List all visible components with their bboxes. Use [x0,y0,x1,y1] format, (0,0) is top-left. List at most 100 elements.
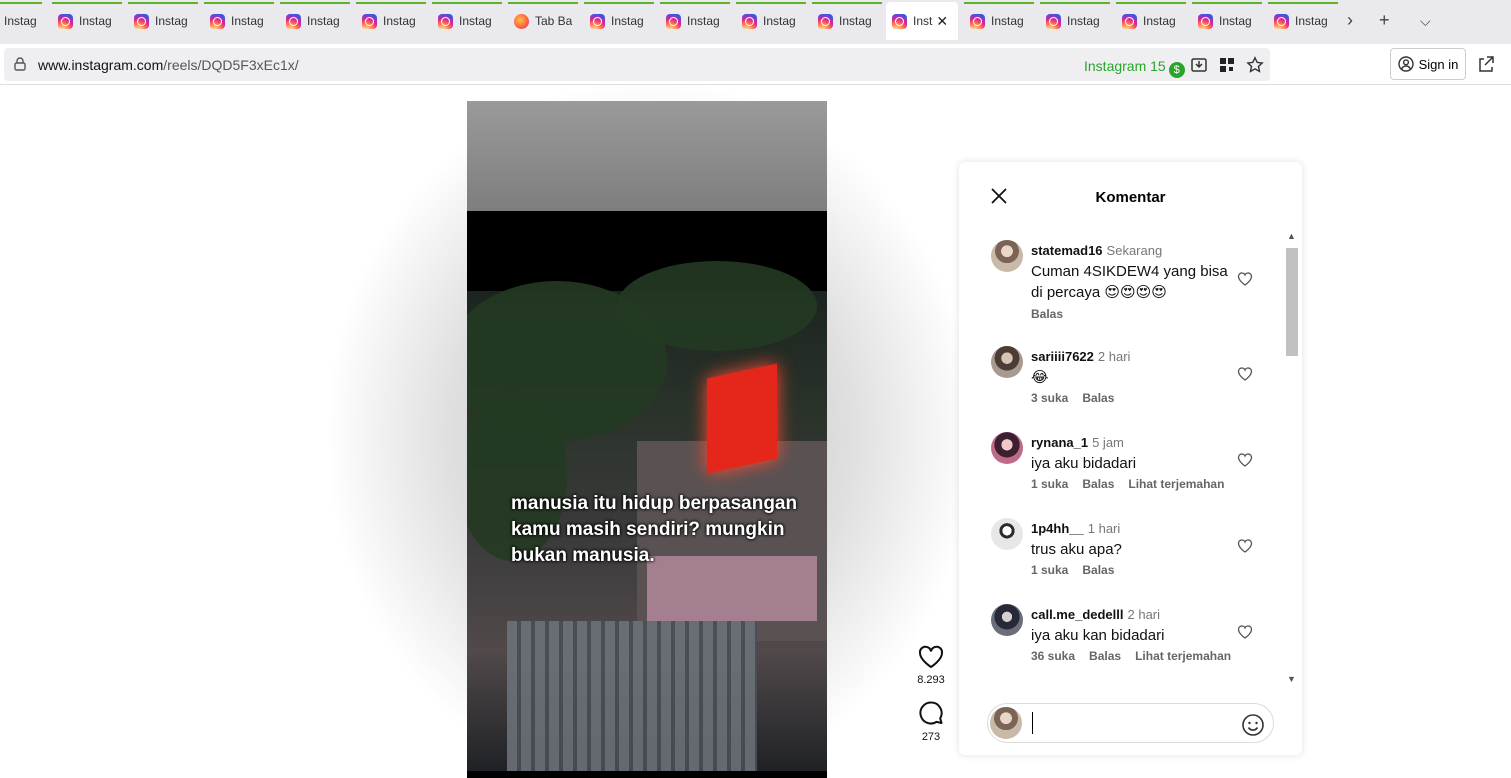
reply-button[interactable]: Balas [1082,563,1114,577]
reply-button[interactable]: Balas [1082,391,1114,405]
video-red-sign [707,363,777,474]
scroll-down-icon[interactable]: ▼ [1287,674,1296,684]
browser-tab[interactable]: Inst ✕ [886,2,958,40]
instagram-icon [1046,13,1061,29]
commenter-avatar[interactable] [991,346,1023,378]
comment-input[interactable] [1032,712,1232,734]
instagram-icon [1122,13,1137,29]
tab-label: Instag [1295,14,1328,28]
comment-time: 2 hari [1097,349,1131,364]
tab-label: Instag [839,14,872,28]
reply-button[interactable]: Balas [1089,649,1121,663]
close-tab-icon[interactable]: ✕ [936,13,948,30]
see-translation-link[interactable]: Lihat terjemahan [1135,649,1231,663]
sign-in-button[interactable]: Sign in [1390,48,1466,80]
comment-like-count[interactable]: 3 suka [1031,391,1068,405]
see-translation-link[interactable]: Lihat terjemahan [1128,477,1224,491]
commenter-avatar[interactable] [991,240,1023,272]
scroll-tabs-right-icon[interactable]: › [1347,10,1353,31]
instagram-icon [666,13,681,29]
account-icon [1397,56,1414,72]
like-count: 8.293 [917,674,945,686]
comment-like-heart-icon[interactable] [1237,452,1253,468]
comment-username[interactable]: 1p4hh__ [1031,521,1084,536]
browser-tab[interactable]: Instag [812,2,882,40]
comment-emoji: 😂 [1031,369,1049,386]
browser-tab[interactable]: Instag [1040,2,1110,40]
comment-count: 273 [921,731,941,743]
like-heart-icon[interactable] [918,645,944,669]
comment-time: 2 hari [1127,607,1161,622]
comment-bubble-icon[interactable] [918,700,944,726]
tab-list-chevron-icon[interactable]: ⌵ [1420,13,1431,30]
browser-tab[interactable]: Instag [280,2,350,40]
new-tab-button[interactable]: + [1379,10,1390,31]
instagram-icon [134,13,149,29]
tab-label: Instag [155,14,188,28]
reply-button[interactable]: Balas [1031,307,1063,321]
comment-header: statemad16 Sekarang [1031,243,1162,258]
browser-tab[interactable]: Instag [356,2,426,40]
browser-tab[interactable]: Instag [736,2,806,40]
comment-like-heart-icon[interactable] [1237,624,1253,640]
comments-title: Komentar [1095,189,1166,206]
browser-tab[interactable]: Instag [1192,2,1262,40]
reel-video[interactable]: manusia itu hidup berpasangan kamu masih… [467,101,827,778]
instagram-icon [818,13,833,29]
browser-tab[interactable]: Instag [964,2,1034,40]
instagram-icon [1274,13,1289,29]
emoji-smiley-icon[interactable] [1241,713,1265,737]
instagram-icon [438,13,453,29]
comment-text: trus aku apa? [1031,539,1231,560]
commenter-avatar[interactable] [991,518,1023,550]
tab-label: Instag [763,14,796,28]
comment-username[interactable]: statemad16 [1031,243,1103,258]
comment-text: 😂 [1031,367,1231,388]
share-icon[interactable] [1477,55,1495,73]
comment-like-count[interactable]: 1 suka [1031,563,1068,577]
instagram-icon [1198,13,1213,29]
commenter-avatar[interactable] [991,604,1023,636]
comment-time: 1 hari [1087,521,1121,536]
bookmark-star-icon[interactable] [1246,56,1264,74]
instagram-icon [286,13,301,29]
comment-body: trus aku apa? [1031,541,1122,558]
browser-tab[interactable]: Instag [1116,2,1186,40]
comment-username[interactable]: call.me_dedelll [1031,607,1124,622]
tab-label: Instag [1219,14,1252,28]
comment-like-heart-icon[interactable] [1237,271,1253,287]
comments-scrollbar[interactable]: ▲ ▼ [1284,231,1300,687]
qr-grid-icon[interactable] [1218,56,1236,74]
url-field[interactable]: www.instagram.com/reels/DQD5F3xEc1x/ Ins… [4,48,1270,81]
lock-icon [14,57,26,71]
scrollbar-thumb[interactable] [1286,248,1298,356]
browser-tab[interactable]: Instag [432,2,502,40]
tab-label: Instag [231,14,264,28]
tab-label: Instag [459,14,492,28]
browser-tab[interactable]: Instag [128,2,198,40]
comment-text: iya aku kan bidadari [1031,625,1231,646]
browser-tab[interactable]: Instag [204,2,274,40]
browser-tab[interactable]: Instag [52,2,122,40]
browser-tab[interactable]: Tab Ba [508,2,578,40]
comment-like-heart-icon[interactable] [1237,538,1253,554]
browser-tab[interactable]: Instag [0,2,42,40]
site-badge[interactable]: Instagram 15 $ [1084,58,1185,78]
commenter-avatar[interactable] [991,432,1023,464]
comment-meta: 3 suka Balas [1031,391,1128,405]
scroll-up-icon[interactable]: ▲ [1287,231,1296,241]
comment-body: iya aku kan bidadari [1031,627,1165,644]
comment-like-count[interactable]: 36 suka [1031,649,1075,663]
browser-tab[interactable]: Instag [1268,2,1338,40]
reply-button[interactable]: Balas [1082,477,1114,491]
comment-username[interactable]: rynana_1 [1031,435,1088,450]
comment-time: Sekarang [1106,243,1163,258]
download-icon[interactable] [1190,56,1208,74]
browser-tab[interactable]: Instag [660,2,730,40]
browser-tab[interactable]: Instag [584,2,654,40]
comment-username[interactable]: sariiii7622 [1031,349,1094,364]
comment-like-heart-icon[interactable] [1237,366,1253,382]
comment-like-count[interactable]: 1 suka [1031,477,1068,491]
instagram-icon [892,13,907,29]
comment-header: 1p4hh__ 1 hari [1031,521,1120,536]
